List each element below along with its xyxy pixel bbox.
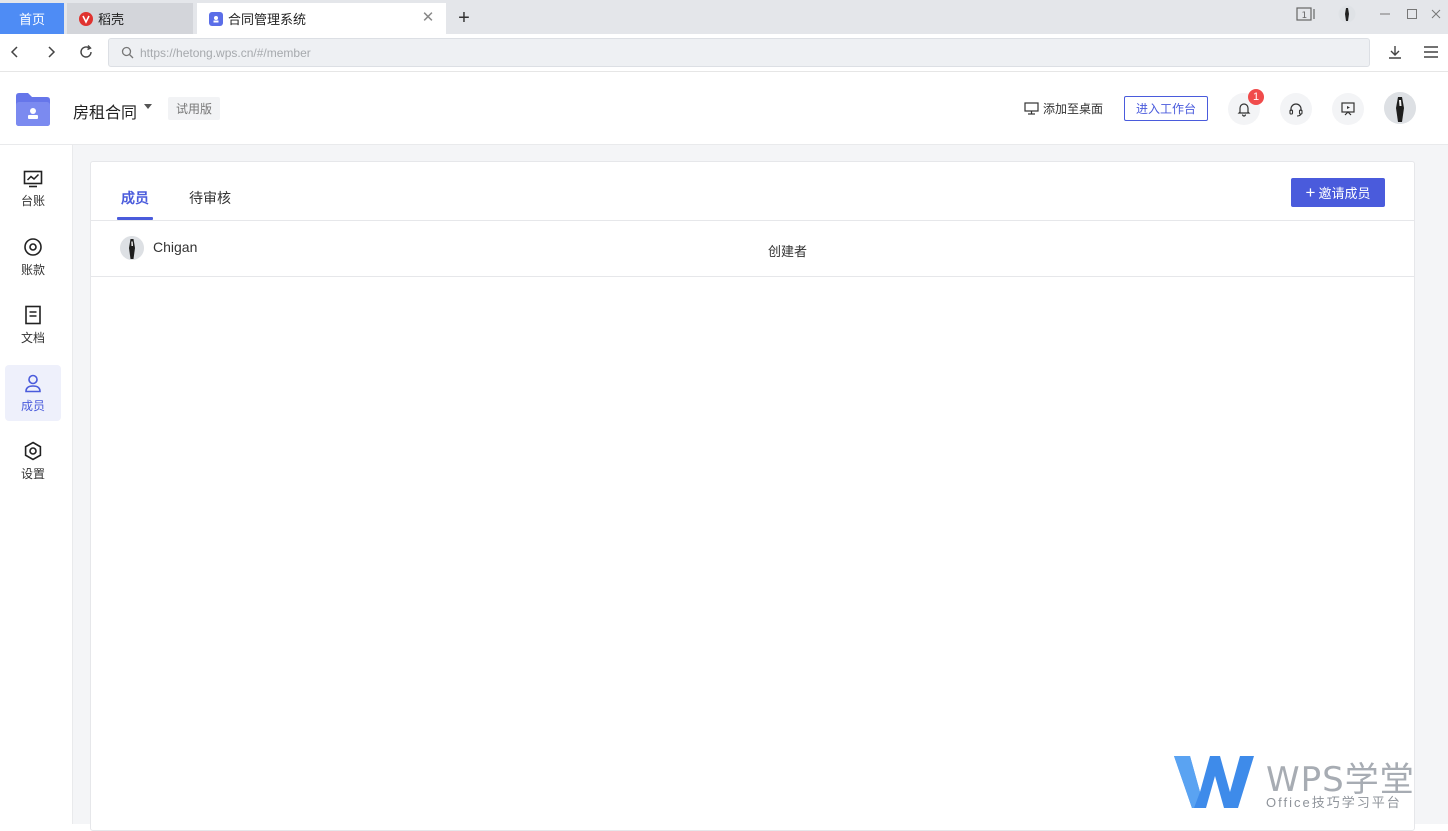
browser-tab-bar: 首页 稻壳 合同管理系统 ✕ + 1 (0, 0, 1448, 34)
headset-icon (1289, 103, 1303, 117)
url-input[interactable]: https://hetong.wps.cn/#/member (108, 38, 1370, 67)
docer-logo-icon (79, 11, 93, 26)
presentation-button[interactable] (1332, 93, 1364, 125)
tab-members[interactable]: 成员 (121, 188, 149, 208)
bell-icon (1237, 103, 1251, 117)
close-tab-icon[interactable]: ✕ (420, 10, 436, 26)
customer-service-button[interactable] (1280, 93, 1312, 125)
members-panel: 成员 待审核 + 邀请成员 Chigan 创建者 (90, 161, 1415, 831)
contract-logo-icon (209, 11, 223, 26)
tab-pending-review[interactable]: 待审核 (189, 188, 231, 208)
member-avatar (120, 236, 144, 260)
app-logo-icon (14, 90, 52, 128)
gear-icon (24, 441, 42, 460)
tab-docer[interactable]: 稻壳 (67, 3, 193, 34)
close-window-icon[interactable] (1425, 4, 1447, 24)
tab-label: 稻壳 (98, 12, 125, 27)
presentation-icon (1341, 102, 1355, 116)
project-name[interactable]: 房租合同 (73, 99, 137, 123)
sidebar-item-label: 文档 (20, 330, 45, 345)
document-icon (25, 305, 41, 324)
coin-icon (24, 237, 42, 256)
caret-down-icon[interactable] (144, 104, 152, 109)
sidebar-item-payments[interactable]: 账款 (5, 229, 61, 285)
notification-badge: 1 (1248, 89, 1264, 105)
svg-text:1: 1 (1302, 11, 1308, 21)
sidebar-item-members[interactable]: 成员 (5, 365, 61, 421)
plus-icon: + (1305, 183, 1316, 202)
chart-monitor-icon (23, 170, 43, 187)
monitor-icon (1024, 102, 1039, 115)
trial-badge: 试用版 (168, 97, 221, 120)
add-to-desktop-button[interactable]: 添加至桌面 (1024, 100, 1103, 117)
menu-icon[interactable] (1420, 41, 1442, 63)
invite-member-button[interactable]: + 邀请成员 (1291, 178, 1385, 207)
sidebar-item-ledger[interactable]: 台账 (5, 161, 61, 217)
sidebar-item-label: 账款 (20, 262, 45, 277)
invite-member-label: 邀请成员 (1318, 186, 1371, 201)
sidebar-item-label: 成员 (20, 398, 45, 413)
download-icon[interactable] (1384, 41, 1406, 63)
url-text: https://hetong.wps.cn/#/member (140, 45, 311, 60)
home-tab[interactable]: 首页 (0, 3, 64, 34)
member-tabs: 成员 待审核 + 邀请成员 (91, 162, 1414, 221)
watermark-subtitle: Office技巧学习平台 (1266, 795, 1402, 810)
enter-workspace-button[interactable]: 进入工作台 (1124, 96, 1208, 121)
member-name: Chigan (153, 239, 198, 255)
add-to-desktop-label: 添加至桌面 (1043, 102, 1104, 116)
browser-account-avatar[interactable] (1336, 4, 1358, 24)
app-header: 房租合同 试用版 添加至桌面 进入工作台 1 (0, 72, 1448, 145)
address-bar-row: https://hetong.wps.cn/#/member (0, 34, 1448, 72)
sidebar-item-documents[interactable]: 文档 (5, 297, 61, 353)
tab-count-icon[interactable]: 1 (1295, 4, 1317, 24)
wps-w-logo-icon (1174, 756, 1254, 808)
sidebar-item-settings[interactable]: 设置 (5, 433, 61, 489)
minimize-icon[interactable] (1374, 4, 1396, 24)
sidebar-item-label: 台账 (20, 193, 45, 208)
refresh-icon[interactable] (75, 41, 97, 63)
table-row[interactable]: Chigan 创建者 (91, 221, 1414, 277)
maximize-icon[interactable] (1401, 4, 1423, 24)
search-icon (121, 46, 134, 59)
user-icon (25, 374, 41, 392)
tab-label: 合同管理系统 (228, 12, 307, 27)
active-tab-indicator (117, 217, 153, 220)
member-role: 创建者 (768, 244, 808, 259)
tab-contract-system[interactable]: 合同管理系统 ✕ (197, 3, 446, 34)
new-tab-button[interactable]: + (454, 6, 474, 30)
back-icon[interactable] (4, 41, 26, 63)
sidebar: 台账 账款 文档 成员 设置 (0, 145, 73, 824)
sidebar-item-label: 设置 (20, 466, 45, 481)
wps-academy-watermark: WPS学堂 Office技巧学习平台 (1172, 750, 1432, 812)
forward-icon[interactable] (40, 41, 62, 63)
user-avatar[interactable] (1384, 92, 1416, 124)
